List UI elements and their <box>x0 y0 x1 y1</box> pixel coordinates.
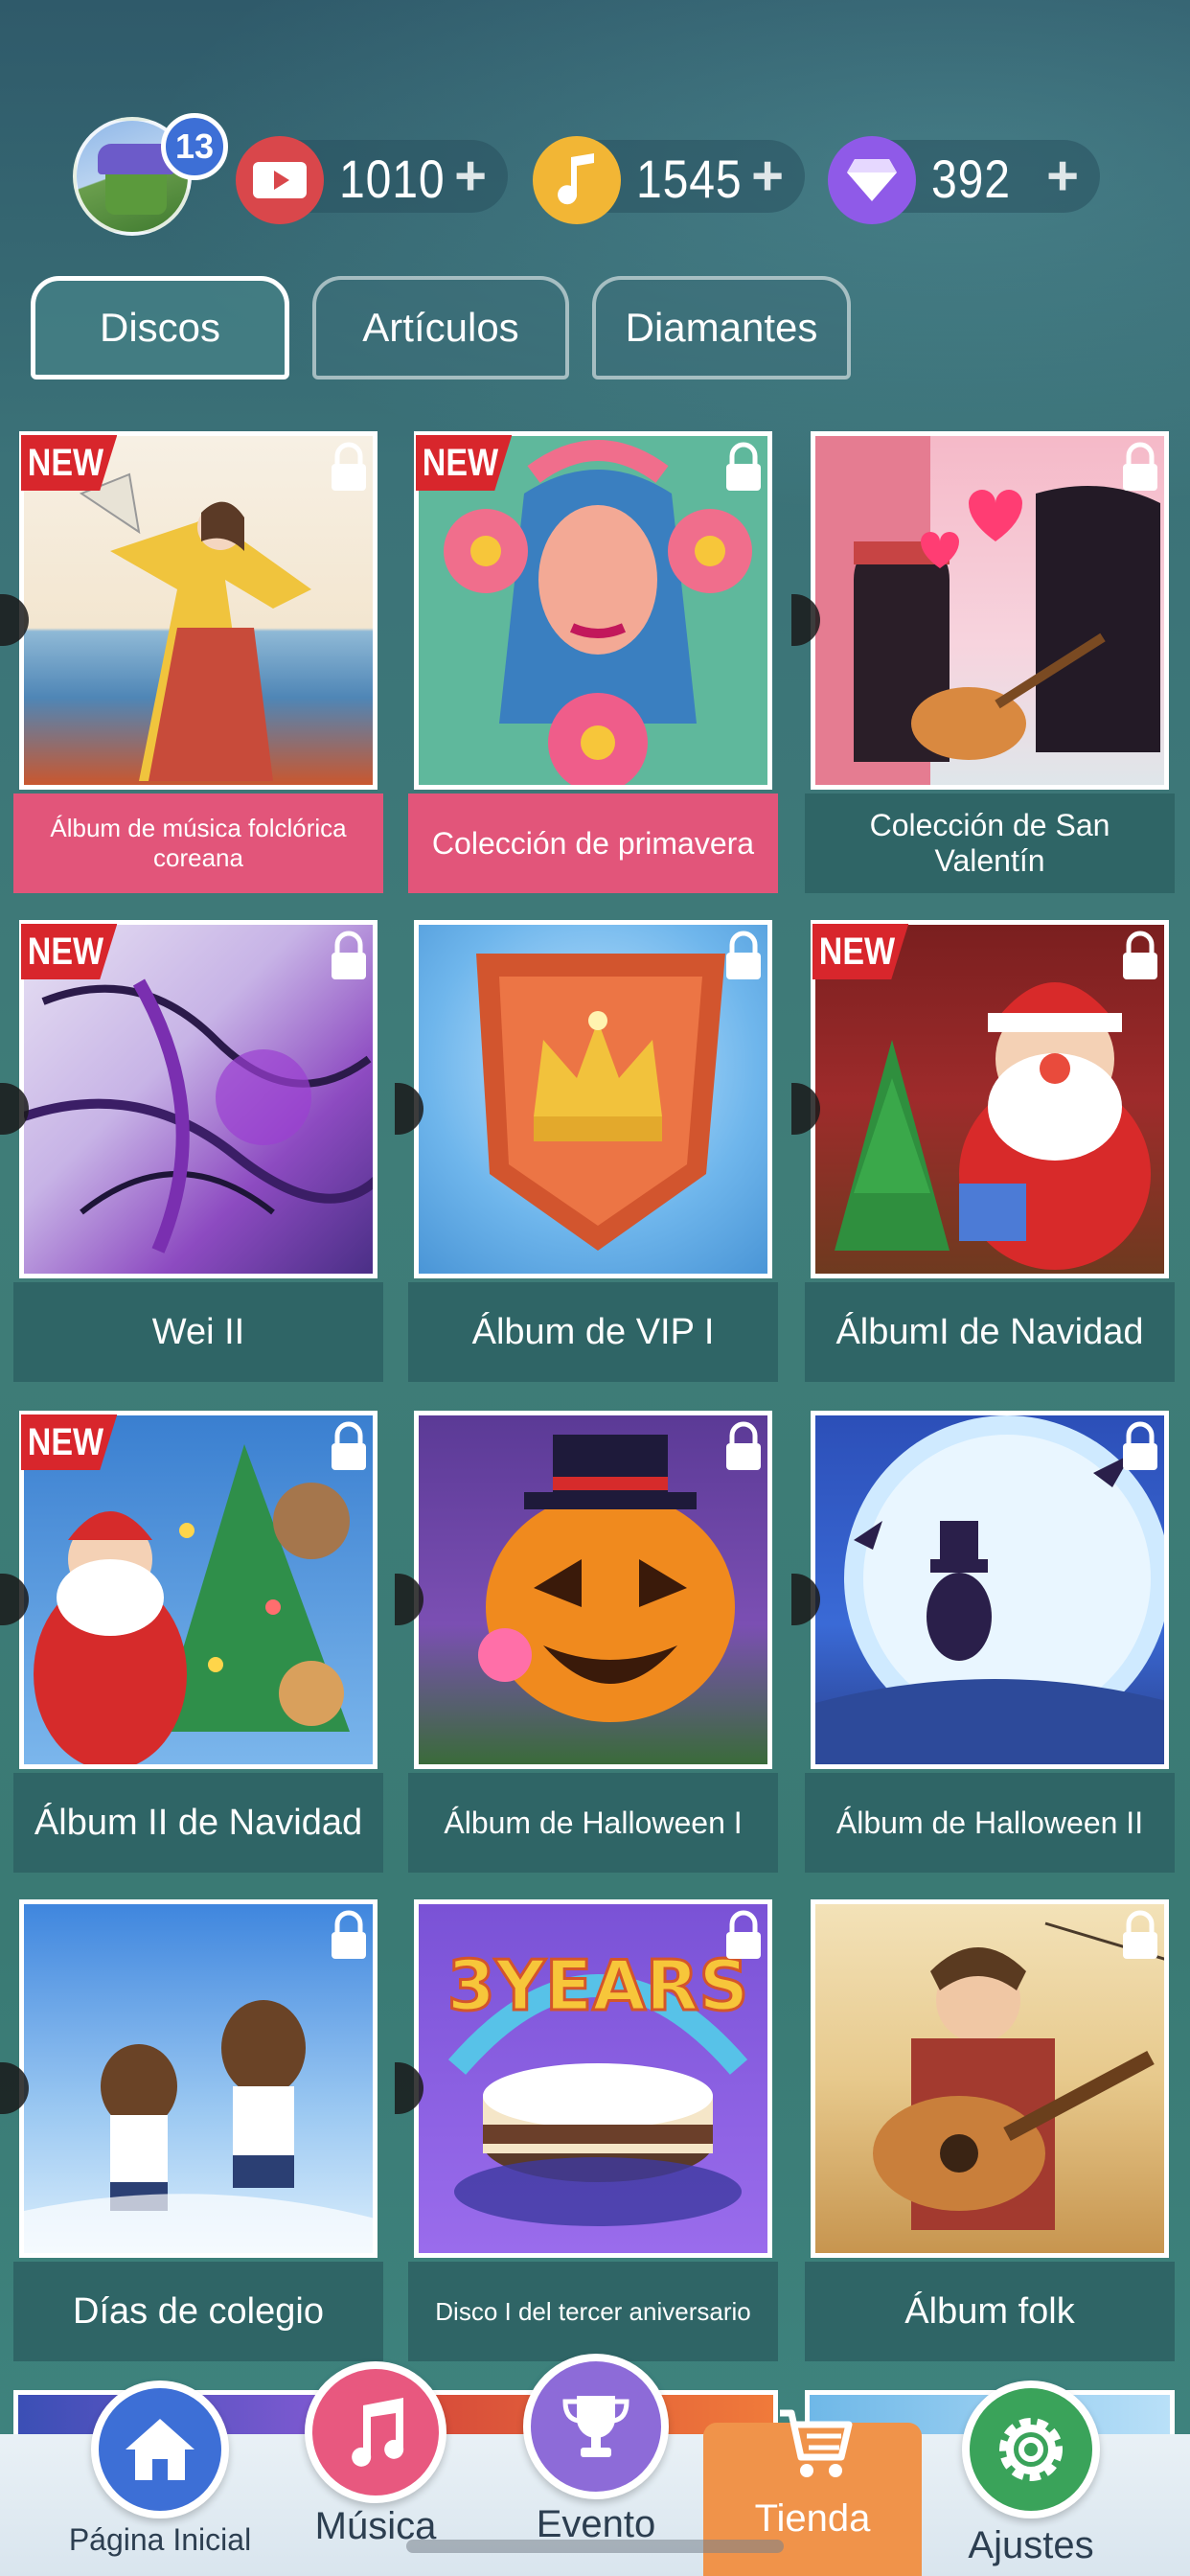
album-cover <box>414 1411 772 1769</box>
tickets-value: 1010 <box>339 149 446 209</box>
album-card[interactable]: Álbum de Halloween I <box>395 1405 778 1873</box>
nav-settings[interactable]: Ajustes <box>916 2380 1146 2576</box>
tickets-counter[interactable]: 1010 + <box>236 136 508 224</box>
album-title: Álbum II de Navidad <box>13 1773 383 1873</box>
add-tickets-button[interactable]: + <box>454 144 487 208</box>
lock-icon <box>1123 442 1157 491</box>
album-card[interactable]: NEW Wei II <box>0 914 383 1382</box>
album-title: Colección de primavera <box>408 794 778 893</box>
diamonds-counter[interactable]: 392 + <box>828 136 1100 224</box>
album-cover <box>811 1411 1169 1769</box>
lock-icon <box>726 1421 761 1470</box>
lock-icon <box>1123 1421 1157 1470</box>
nav-shop-label: Tienda <box>754 2497 871 2540</box>
album-title: Colección de San Valentín <box>805 794 1175 893</box>
album-cover <box>811 431 1169 790</box>
album-card[interactable]: NEW Colección de primavera <box>408 426 778 893</box>
album-title: Wei II <box>13 1282 383 1382</box>
album-card[interactable]: Álbum folk <box>805 1894 1175 2361</box>
add-notes-button[interactable]: + <box>751 144 784 208</box>
nav-home[interactable]: Página Inicial <box>40 2380 280 2576</box>
album-card[interactable]: Álbum de Halloween II <box>791 1405 1175 1873</box>
lock-icon <box>1123 1910 1157 1959</box>
album-title: Álbum de VIP I <box>408 1282 778 1382</box>
diamond-icon <box>828 136 916 224</box>
diamonds-value: 392 <box>931 149 1011 209</box>
lock-icon <box>1123 931 1157 979</box>
album-title: ÁlbumI de Navidad <box>805 1282 1175 1382</box>
album-cover: 3YEARS <box>414 1899 772 2258</box>
gear-icon <box>962 2380 1100 2518</box>
anniversary-cover-text: 3YEARS <box>447 1945 748 2026</box>
home-indicator[interactable] <box>406 2540 784 2553</box>
shopping-cart-icon <box>774 2404 855 2484</box>
album-card[interactable]: NEW Álbum de música folclórica coreana <box>0 426 383 893</box>
lock-icon <box>726 442 761 491</box>
album-card[interactable]: NEW Álbum II de Navidad <box>0 1405 383 1873</box>
tab-diamantes[interactable]: Diamantes <box>592 276 851 380</box>
album-card[interactable]: 3YEARS Disco I del tercer aniversario <box>395 1894 778 2361</box>
album-cover <box>19 1899 378 2258</box>
trophy-icon <box>523 2354 669 2499</box>
notes-value: 1545 <box>636 149 743 209</box>
add-diamonds-button[interactable]: + <box>1046 144 1079 208</box>
album-title: Álbum de música folclórica coreana <box>13 794 383 893</box>
album-card[interactable]: NEW ÁlbumI de Navidad <box>791 914 1175 1382</box>
lock-icon <box>332 442 366 491</box>
lock-icon <box>332 1910 366 1959</box>
album-cover <box>811 1899 1169 2258</box>
music-note-icon <box>533 136 621 224</box>
notes-counter[interactable]: 1545 + <box>533 136 805 224</box>
nav-settings-label: Ajustes <box>968 2524 1094 2566</box>
album-cover <box>414 920 772 1278</box>
nav-home-label: Página Inicial <box>68 2522 252 2557</box>
lock-icon <box>332 1421 366 1470</box>
album-card[interactable]: Colección de San Valentín <box>791 426 1175 893</box>
lock-icon <box>726 1910 761 1959</box>
music-icon <box>305 2361 446 2503</box>
lock-icon <box>726 931 761 979</box>
album-title: Álbum folk <box>805 2262 1175 2361</box>
ticket-icon <box>236 136 324 224</box>
album-title: Días de colegio <box>13 2262 383 2361</box>
album-card[interactable]: Álbum de VIP I <box>395 914 778 1382</box>
tab-discos[interactable]: Discos <box>31 276 289 380</box>
album-title: Álbum de Halloween I <box>408 1773 778 1873</box>
album-title: Álbum de Halloween II <box>805 1773 1175 1873</box>
tab-articulos[interactable]: Artículos <box>312 276 569 380</box>
home-icon <box>91 2380 229 2518</box>
album-title: Disco I del tercer aniversario <box>408 2262 778 2361</box>
lock-icon <box>332 931 366 979</box>
album-card[interactable]: Días de colegio <box>0 1894 383 2361</box>
notification-badge: 13 <box>161 113 228 180</box>
